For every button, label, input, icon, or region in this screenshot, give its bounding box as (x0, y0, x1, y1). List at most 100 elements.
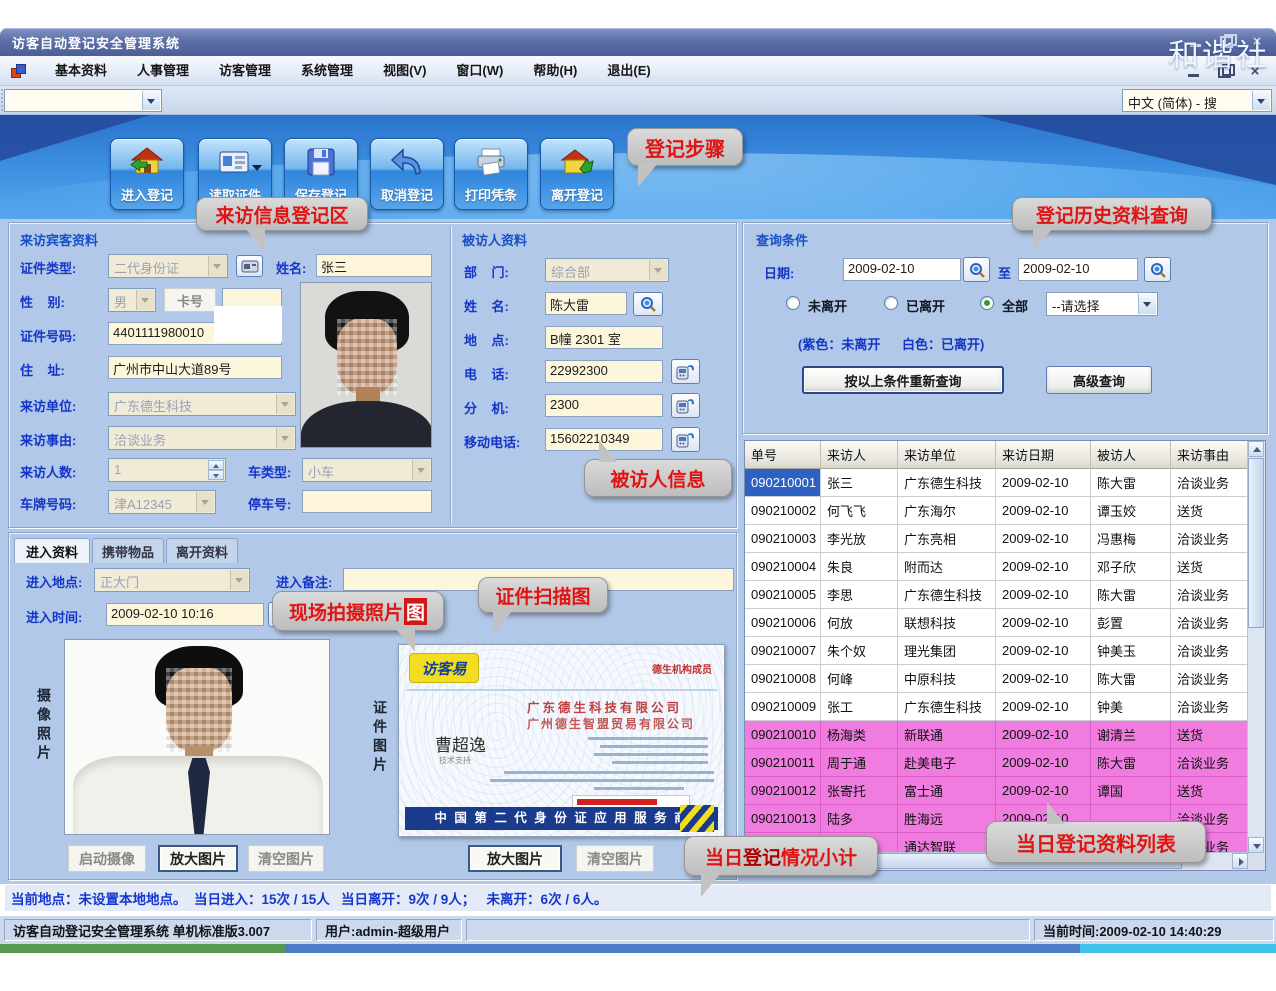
table-cell[interactable]: 2009-02-10 (996, 665, 1091, 693)
dept-combo[interactable]: 综合部 (545, 258, 669, 282)
table-cell[interactable]: 广东海尔 (898, 497, 996, 525)
quick-combo[interactable] (4, 89, 162, 112)
table-cell[interactable]: 2009-02-10 (996, 637, 1091, 665)
table-row[interactable]: 090210005李思广东德生科技2009-02-10陈大雷洽谈业务 (745, 581, 1265, 609)
card-no-button[interactable]: 卡号 (164, 288, 216, 312)
date-from-input[interactable]: 2009-02-10 (843, 258, 961, 281)
visitor-name-input[interactable]: 张三 (316, 254, 432, 277)
table-cell[interactable]: 洽谈业务 (1171, 609, 1250, 637)
menu-item[interactable]: 帮助(H) (518, 56, 592, 86)
table-cell[interactable]: 陈大雷 (1091, 665, 1171, 693)
table-cell[interactable]: 李光放 (821, 525, 898, 553)
start-camera-button[interactable]: 启动摄像 (68, 845, 146, 872)
table-row[interactable]: 090210011周于通赴美电子2009-02-10陈大雷洽谈业务 (745, 749, 1265, 777)
menu-item[interactable]: 访客管理 (204, 56, 286, 86)
table-cell[interactable]: 钟美 (1091, 693, 1171, 721)
table-cell[interactable]: 赴美电子 (898, 749, 996, 777)
table-cell[interactable]: 陈大雷 (1091, 581, 1171, 609)
table-row[interactable]: 090210010杨海类新联通2009-02-10谢清兰送货 (745, 721, 1265, 749)
car-type-combo[interactable]: 小车 (302, 458, 432, 482)
clear-card-button[interactable]: 清空图片 (576, 845, 654, 872)
table-cell[interactable]: 何峰 (821, 665, 898, 693)
table-cell[interactable]: 邓子欣 (1091, 553, 1171, 581)
table-cell[interactable]: 2009-02-10 (996, 581, 1091, 609)
table-row[interactable]: 090210008何峰中原科技2009-02-10陈大雷洽谈业务 (745, 665, 1265, 693)
table-cell[interactable]: 2009-02-10 (996, 469, 1091, 497)
dial-mobile-button[interactable] (671, 427, 700, 452)
table-cell[interactable]: 陈大雷 (1091, 749, 1171, 777)
table-row[interactable]: 090210004朱良附而达2009-02-10邓子欣送货 (745, 553, 1265, 581)
table-cell[interactable]: 2009-02-10 (996, 721, 1091, 749)
column-header[interactable]: 来访日期 (996, 441, 1091, 469)
table-cell[interactable]: 090210006 (745, 609, 821, 637)
enlarge-photo-button[interactable]: 放大图片 (158, 845, 238, 872)
table-cell[interactable]: 2009-02-10 (996, 609, 1091, 637)
chevron-down-icon[interactable] (252, 165, 262, 171)
table-cell[interactable]: 广东德生科技 (898, 693, 996, 721)
table-cell[interactable]: 洽谈业务 (1171, 581, 1250, 609)
menu-item[interactable]: 系统管理 (286, 56, 368, 86)
radio-not-left[interactable] (786, 296, 800, 310)
column-header[interactable]: 来访人 (821, 441, 898, 469)
table-cell[interactable]: 090210010 (745, 721, 821, 749)
table-cell[interactable]: 朱个奴 (821, 637, 898, 665)
table-cell[interactable]: 2009-02-10 (996, 525, 1091, 553)
table-row[interactable]: 090210003李光放广东亮相2009-02-10冯惠梅洽谈业务 (745, 525, 1265, 553)
menu-item[interactable]: 窗口(W) (441, 56, 518, 86)
table-cell[interactable]: 冯惠梅 (1091, 525, 1171, 553)
radio-all[interactable] (980, 296, 994, 310)
table-cell[interactable]: 090210004 (745, 553, 821, 581)
table-cell[interactable]: 2009-02-10 (996, 749, 1091, 777)
requery-button[interactable]: 按以上条件重新查询 (802, 366, 1004, 394)
table-cell[interactable]: 张工 (821, 693, 898, 721)
ext-input[interactable]: 2300 (545, 394, 663, 417)
table-cell[interactable]: 送货 (1171, 777, 1250, 805)
interviewee-name-input[interactable]: 陈大雷 (545, 292, 627, 315)
table-cell[interactable]: 谭国 (1091, 777, 1171, 805)
filter-select[interactable]: --请选择 (1046, 292, 1158, 316)
table-cell[interactable]: 广东德生科技 (898, 581, 996, 609)
table-row[interactable]: 090210009张工广东德生科技2009-02-10钟美洽谈业务 (745, 693, 1265, 721)
language-selector[interactable]: 中文 (简体) - 搜 (1122, 89, 1272, 112)
table-cell[interactable]: 富士通 (898, 777, 996, 805)
radio-label[interactable]: 未离开 (808, 296, 847, 315)
table-cell[interactable]: 李思 (821, 581, 898, 609)
location-input[interactable]: B幢 2301 室 (545, 326, 663, 349)
spin-down-icon[interactable] (208, 470, 224, 480)
table-cell[interactable]: 090210011 (745, 749, 821, 777)
table-cell[interactable]: 彭置 (1091, 609, 1171, 637)
toolbar-button-leave-register[interactable]: 离开登记 (540, 138, 614, 210)
dial-phone-button[interactable] (671, 359, 700, 384)
table-cell[interactable]: 附而达 (898, 553, 996, 581)
table-cell[interactable]: 洽谈业务 (1171, 749, 1250, 777)
radio-label[interactable]: 全部 (1002, 296, 1028, 315)
table-cell[interactable]: 送货 (1171, 553, 1250, 581)
table-cell[interactable]: 洽谈业务 (1171, 525, 1250, 553)
clear-photo-button[interactable]: 清空图片 (248, 845, 324, 872)
table-cell[interactable]: 2009-02-10 (996, 553, 1091, 581)
menu-item[interactable]: 退出(E) (592, 56, 665, 86)
table-cell[interactable]: 2009-02-10 (996, 777, 1091, 805)
date-to-input[interactable]: 2009-02-10 (1018, 258, 1138, 281)
table-cell[interactable]: 中原科技 (898, 665, 996, 693)
table-cell[interactable]: 钟美玉 (1091, 637, 1171, 665)
table-cell[interactable]: 2009-02-10 (996, 693, 1091, 721)
table-cell[interactable]: 杨海类 (821, 721, 898, 749)
parking-input[interactable] (302, 490, 432, 513)
dial-ext-button[interactable] (671, 393, 700, 418)
chevron-down-icon[interactable] (142, 91, 160, 110)
chevron-down-icon[interactable] (1138, 294, 1156, 314)
scroll-down-icon[interactable] (1248, 837, 1264, 853)
table-cell[interactable]: 090210013 (745, 805, 821, 833)
gender-combo[interactable]: 男 (108, 288, 156, 312)
table-cell[interactable]: 张三 (821, 469, 898, 497)
table-cell[interactable]: 何飞飞 (821, 497, 898, 525)
vertical-scrollbar[interactable] (1247, 441, 1265, 853)
reason-combo[interactable]: 洽谈业务 (108, 426, 296, 450)
table-cell[interactable]: 洽谈业务 (1171, 693, 1250, 721)
company-combo[interactable]: 广东德生科技 (108, 392, 296, 416)
toolbar-button-enter-register[interactable]: 进入登记 (110, 138, 184, 210)
people-count-stepper[interactable]: 1 (108, 458, 226, 482)
table-cell[interactable]: 周于通 (821, 749, 898, 777)
table-row[interactable]: 090210012张寄托富士通2009-02-10谭国送货 (745, 777, 1265, 805)
